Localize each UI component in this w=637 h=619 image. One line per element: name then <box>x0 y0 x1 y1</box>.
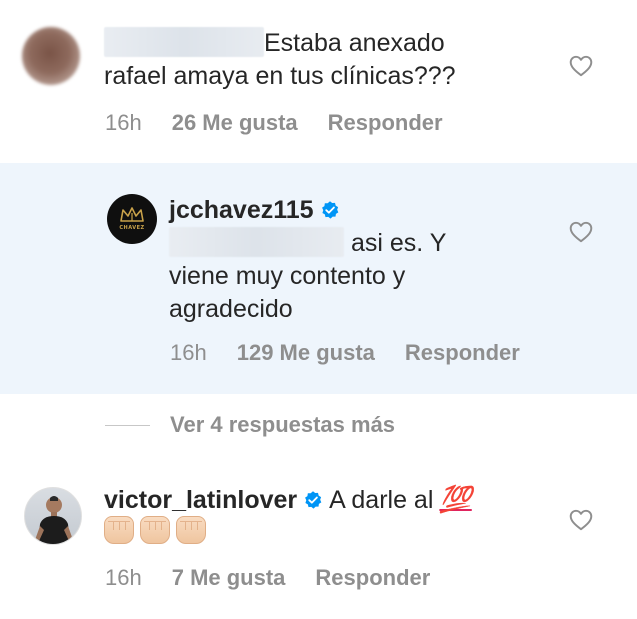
comment-2-line3: agradecido <box>169 295 293 323</box>
comment-2-time: 16h <box>170 340 207 365</box>
fist-emoji <box>176 516 206 544</box>
fist-emoji <box>140 516 170 544</box>
comment-2: CHAVEZ jcchavez115 asi es. Y viene muy c… <box>0 163 637 394</box>
comment-1-reply-button[interactable]: Responder <box>328 110 443 135</box>
verified-badge-icon <box>321 201 338 219</box>
comment-3-time: 16h <box>105 565 142 590</box>
heart-icon[interactable] <box>567 507 595 533</box>
view-more-replies-label: Ver 4 respuestas más <box>170 412 396 437</box>
comment-3-text: victor_latinlover A darle al 💯 <box>104 483 472 517</box>
comment-2-text: asi es. Y viene muy contento y agradecid… <box>169 227 446 326</box>
redacted-username <box>104 27 264 57</box>
avatar-brand-text: CHAVEZ <box>119 224 145 231</box>
avatar-jcchavez[interactable]: CHAVEZ <box>107 194 157 244</box>
comment-1-meta: 16h 26 Me gusta Responder <box>105 110 473 136</box>
avatar-victor[interactable] <box>24 487 82 545</box>
comment-1-line2: rafael amaya en tus clínicas??? <box>104 62 456 90</box>
comment-1-line1: Estaba anexado <box>264 29 445 57</box>
comment-3: victor_latinlover A darle al 💯 16h 7 Me gu… <box>0 460 637 619</box>
comment-2-meta: 16h 129 Me gusta Responder <box>170 340 550 366</box>
comments-thread: Estaba anexado rafael amaya en tus clíni… <box>0 0 637 619</box>
redacted-mention <box>169 227 344 257</box>
view-more-replies-button[interactable]: Ver 4 respuestas más <box>105 410 395 440</box>
heart-icon[interactable] <box>567 53 595 79</box>
comment-2-username[interactable]: jcchavez115 <box>169 196 314 224</box>
comment-2-reply-button[interactable]: Responder <box>405 340 520 365</box>
comment-3-body: A darle al <box>329 486 434 514</box>
comment-1-text: Estaba anexado rafael amaya en tus clíni… <box>104 27 456 93</box>
comment-1-likes[interactable]: 26 Me gusta <box>172 110 298 135</box>
comment-1: Estaba anexado rafael amaya en tus clíni… <box>0 0 637 160</box>
comment-2-line2: viene muy contento y <box>169 262 406 290</box>
verified-badge-icon <box>305 491 322 509</box>
fist-emoji <box>104 516 134 544</box>
comment-2-header: jcchavez115 <box>169 194 346 227</box>
person-photo-icon <box>35 496 73 544</box>
fist-emoji-row <box>104 516 206 544</box>
comment-3-username[interactable]: victor_latinlover <box>104 486 297 514</box>
avatar-blurred[interactable] <box>22 27 80 85</box>
hundred-points-emoji: 💯 <box>439 484 472 514</box>
heart-icon[interactable] <box>567 219 595 245</box>
comment-3-meta: 16h 7 Me gusta Responder <box>105 565 460 591</box>
comment-2-likes[interactable]: 129 Me gusta <box>237 340 375 365</box>
comment-3-reply-button[interactable]: Responder <box>315 565 430 590</box>
divider-line <box>105 424 150 426</box>
comment-2-line1: asi es. Y <box>350 229 447 257</box>
comment-1-time: 16h <box>105 110 142 135</box>
crown-logo-icon <box>120 206 144 222</box>
comment-3-likes[interactable]: 7 Me gusta <box>172 565 286 590</box>
